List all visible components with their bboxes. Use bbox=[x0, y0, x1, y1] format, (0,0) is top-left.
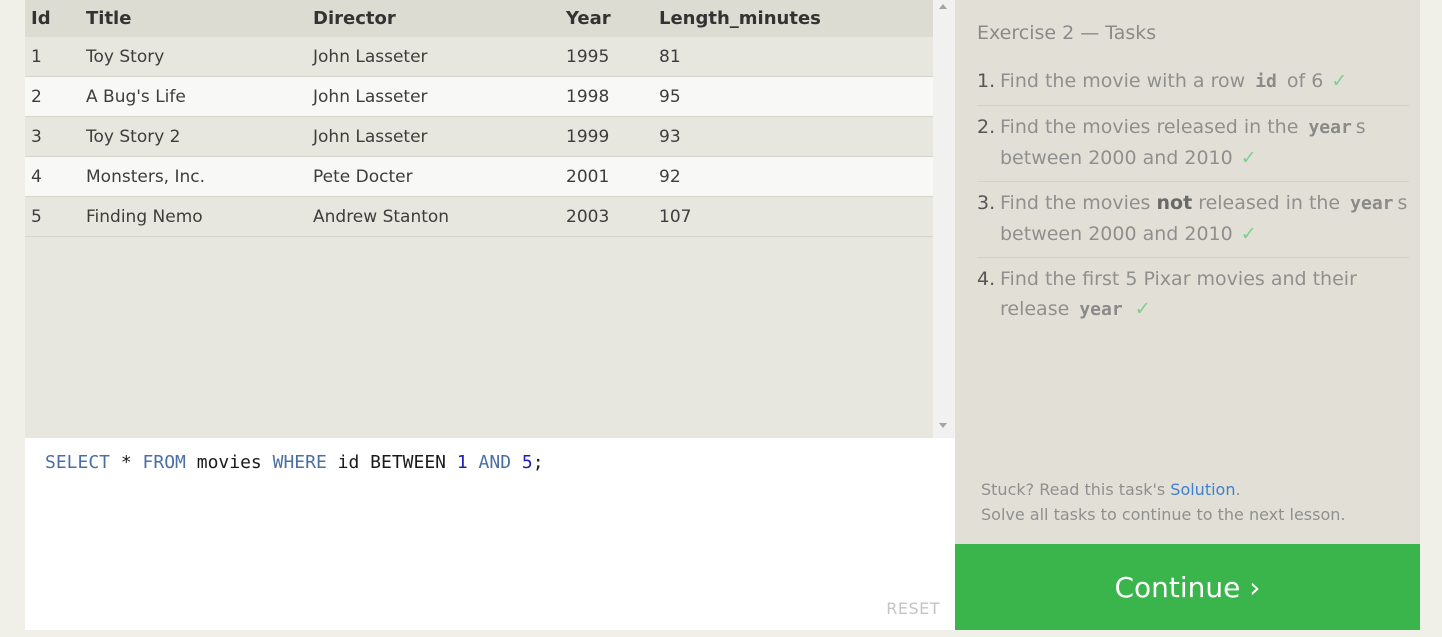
cell-year: 2003 bbox=[566, 196, 659, 237]
cell-id: 2 bbox=[25, 76, 86, 117]
cell-length: 81 bbox=[659, 37, 933, 77]
cell-title: Monsters, Inc. bbox=[86, 156, 313, 197]
task-code-term: year bbox=[1308, 117, 1352, 138]
task-text-part: Find the movie with a row bbox=[1000, 70, 1252, 92]
cell-title: Toy Story bbox=[86, 37, 313, 77]
task-item: 2. Find the movies released in the year s … bbox=[977, 106, 1409, 182]
sql-number: 1 bbox=[456, 452, 468, 473]
cell-director: John Lasseter bbox=[313, 37, 566, 77]
column-header-id: Id bbox=[25, 0, 86, 37]
cell-length: 95 bbox=[659, 76, 933, 117]
sql-query-line[interactable]: SELECT * FROM movies WHERE id BETWEEN 1 … bbox=[45, 452, 544, 473]
solve-all-text: Solve all tasks to continue to the next … bbox=[981, 505, 1346, 524]
task-list: 1. Find the movie with a row id of 6 ✓ 2. Fi… bbox=[977, 60, 1409, 333]
sql-editor[interactable]: SELECT * FROM movies WHERE id BETWEEN 1 … bbox=[25, 438, 955, 630]
table-header-row: Id Title Director Year Length_minutes bbox=[25, 0, 933, 37]
sql-text: id BETWEEN bbox=[326, 452, 457, 473]
task-code-term: year bbox=[1079, 299, 1123, 320]
table-row: 2 A Bug's Life John Lasseter 1998 95 bbox=[25, 76, 933, 117]
task-number: 4. bbox=[977, 268, 996, 290]
task-number: 3. bbox=[977, 192, 996, 214]
results-panel: Id Title Director Year Length_minutes 1 … bbox=[25, 0, 933, 438]
cell-length: 93 bbox=[659, 116, 933, 157]
task-text: Find the movies not released in the year… bbox=[1000, 192, 1407, 245]
cell-title: Toy Story 2 bbox=[86, 116, 313, 157]
cell-length: 92 bbox=[659, 156, 933, 197]
task-text-part: of 6 bbox=[1280, 70, 1324, 92]
task-item: 1. Find the movie with a row id of 6 ✓ bbox=[977, 60, 1409, 106]
stuck-suffix: . bbox=[1235, 480, 1241, 499]
task-emphasis: not bbox=[1156, 192, 1193, 214]
task-text: Find the movie with a row id of 6 ✓ bbox=[1000, 70, 1347, 92]
solution-link[interactable]: Solution bbox=[1170, 480, 1235, 499]
tasks-panel: Exercise 2 — Tasks 1. Find the movie with… bbox=[955, 0, 1420, 544]
table-row: 3 Toy Story 2 John Lasseter 1999 93 bbox=[25, 116, 933, 157]
table-row: 4 Monsters, Inc. Pete Docter 2001 92 bbox=[25, 156, 933, 197]
sql-keyword: WHERE bbox=[272, 452, 327, 473]
sql-text: * bbox=[110, 452, 143, 473]
sql-number: 5 bbox=[521, 452, 533, 473]
tasks-title: Exercise 2 — Tasks bbox=[977, 22, 1157, 44]
results-table: Id Title Director Year Length_minutes 1 … bbox=[25, 0, 933, 237]
cell-title: Finding Nemo bbox=[86, 196, 313, 237]
column-header-title: Title bbox=[86, 0, 313, 37]
task-code-term: year bbox=[1350, 193, 1394, 214]
task-text-part: Find the movies released in the bbox=[1000, 116, 1305, 138]
stuck-prefix: Stuck? Read this task's bbox=[981, 480, 1171, 499]
cell-director: Andrew Stanton bbox=[313, 196, 566, 237]
sql-text: ; bbox=[532, 452, 544, 473]
table-row: 5 Finding Nemo Andrew Stanton 2003 107 bbox=[25, 196, 933, 237]
scroll-down-arrow-icon[interactable] bbox=[939, 423, 947, 428]
task-number: 1. bbox=[977, 70, 996, 92]
checkmark-icon: ✓ bbox=[1134, 298, 1151, 320]
task-number: 2. bbox=[977, 116, 996, 138]
task-text-part: Find the movies bbox=[1000, 192, 1157, 214]
cell-year: 1995 bbox=[566, 37, 659, 77]
cell-director: John Lasseter bbox=[313, 116, 566, 157]
column-header-length-minutes: Length_minutes bbox=[659, 0, 933, 37]
cell-year: 2001 bbox=[566, 156, 659, 197]
cell-id: 4 bbox=[25, 156, 86, 197]
cell-director: Pete Docter bbox=[313, 156, 566, 197]
cell-director: John Lasseter bbox=[313, 76, 566, 117]
cell-id: 3 bbox=[25, 116, 86, 157]
task-item: 4. Find the first 5 Pixar movies and thei… bbox=[977, 258, 1409, 333]
cell-year: 1999 bbox=[566, 116, 659, 157]
cell-id: 5 bbox=[25, 196, 86, 237]
task-text: Find the movies released in the year s be… bbox=[1000, 116, 1366, 169]
column-header-director: Director bbox=[313, 0, 566, 37]
reset-button[interactable]: RESET bbox=[886, 599, 940, 618]
scroll-up-arrow-icon[interactable] bbox=[939, 4, 947, 9]
table-row: 1 Toy Story John Lasseter 1995 81 bbox=[25, 37, 933, 77]
checkmark-icon: ✓ bbox=[1331, 70, 1348, 92]
sql-keyword: AND bbox=[478, 452, 512, 473]
sql-keyword: SELECT bbox=[45, 452, 111, 473]
task-text: Find the first 5 Pixar movies and their … bbox=[1000, 268, 1357, 320]
sql-text: movies bbox=[185, 452, 273, 473]
checkmark-icon: ✓ bbox=[1240, 147, 1257, 169]
cell-title: A Bug's Life bbox=[86, 76, 313, 117]
cell-year: 1998 bbox=[566, 76, 659, 117]
task-text-part: Find the first 5 Pixar movies and their … bbox=[1000, 268, 1357, 320]
task-text-part: released in the bbox=[1192, 192, 1347, 214]
help-text: Stuck? Read this task's Solution. Solve … bbox=[981, 477, 1345, 527]
continue-button[interactable]: Continue › bbox=[955, 544, 1420, 630]
checkmark-icon: ✓ bbox=[1240, 223, 1257, 245]
cell-length: 107 bbox=[659, 196, 933, 237]
task-item: 3. Find the movies not released in the ye… bbox=[977, 182, 1409, 258]
results-scrollbar[interactable] bbox=[933, 0, 955, 438]
column-header-year: Year bbox=[566, 0, 659, 37]
sql-keyword: FROM bbox=[142, 452, 186, 473]
cell-id: 1 bbox=[25, 37, 86, 77]
task-code-term: id bbox=[1255, 71, 1277, 92]
